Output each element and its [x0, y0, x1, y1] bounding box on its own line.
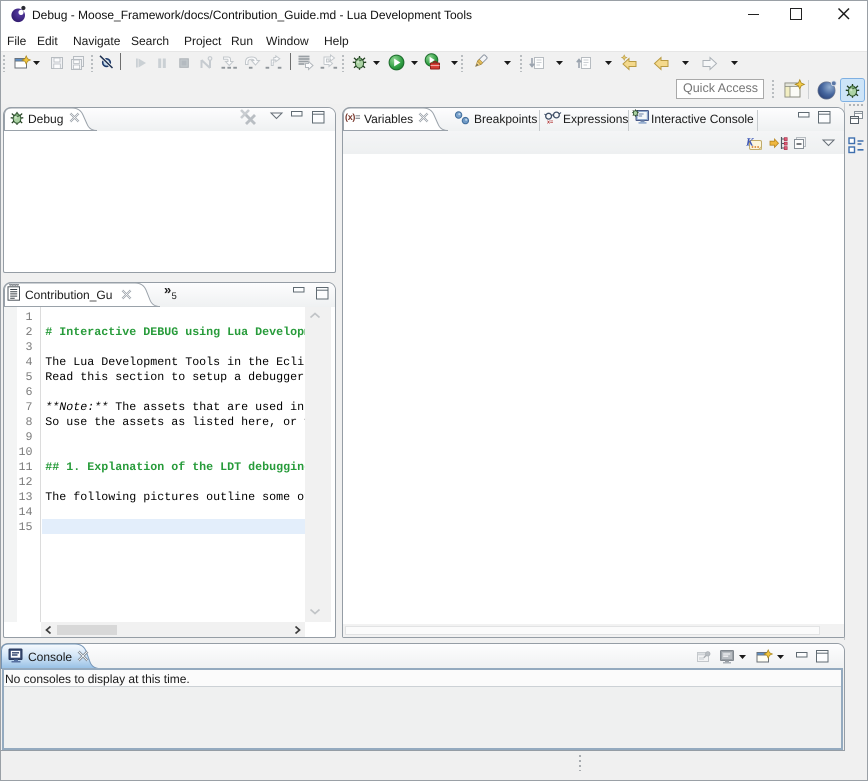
svg-text:x=: x=	[547, 120, 553, 126]
